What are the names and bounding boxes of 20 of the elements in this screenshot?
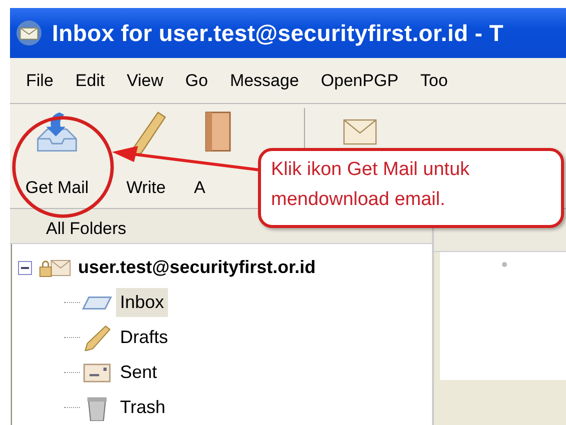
folder-item[interactable]: Inbox [116,288,168,317]
menu-item[interactable]: View [126,70,164,90]
bird-envelope-icon [14,18,44,48]
menu-item[interactable]: File [26,70,54,90]
collapse-toggle[interactable] [18,260,32,274]
menu-item[interactable]: Too [420,70,448,90]
menu-item[interactable]: Go [185,70,208,90]
tray-icon [82,296,112,310]
folder-item[interactable]: Trash [116,393,170,422]
window-title: Inbox for user.test@securityfirst.or.id - T [52,20,504,46]
account-name[interactable]: user.test@securityfirst.or.id [78,257,316,278]
pencil-icon [82,324,112,350]
menu-item[interactable]: OpenPGP [320,70,398,90]
folder-item[interactable]: Sent [116,358,162,387]
folder-item[interactable]: Drafts [116,323,172,352]
menu-item[interactable]: Message [230,70,299,90]
toolbar-button[interactable]: Get Mail [16,104,98,202]
menu-item[interactable]: Edit [75,70,105,90]
callout-tooltip: Klik ikon Get Mail untuk mendownload email. [258,148,564,228]
toolbar-button[interactable]: Write [98,104,194,202]
